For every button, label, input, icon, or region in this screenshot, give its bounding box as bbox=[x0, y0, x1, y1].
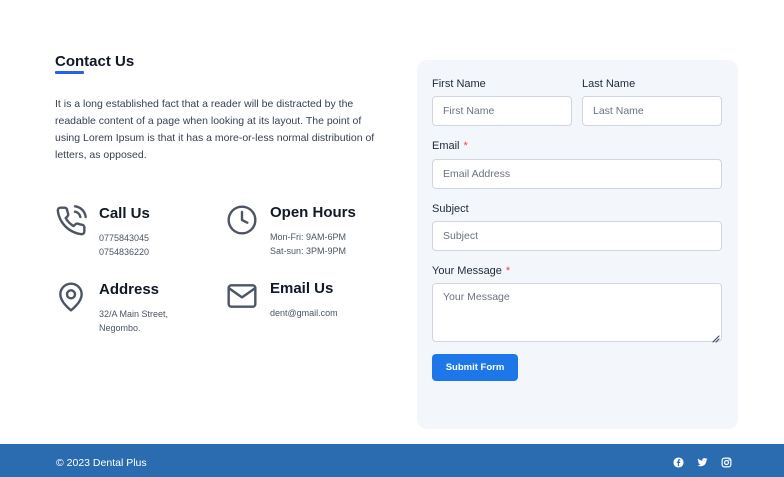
resize-grip-icon[interactable] bbox=[710, 330, 720, 343]
clock-icon bbox=[226, 204, 258, 236]
weekday-hours: Mon-Fri: 9AM-6PM bbox=[270, 232, 347, 242]
message-label-row: Your Message * bbox=[432, 265, 510, 277]
envelope-icon bbox=[226, 280, 258, 312]
call-us-details: 0775843045 0754836220 bbox=[99, 231, 149, 259]
contact-form: First Name Last Name Email* Subject Your… bbox=[417, 60, 738, 429]
email-label-row: Email * bbox=[432, 140, 468, 152]
open-hours-title: Open Hours bbox=[270, 204, 356, 221]
first-name-label: First Name bbox=[432, 78, 486, 90]
message-required-mark: * bbox=[505, 265, 511, 277]
last-name-label: Last Name bbox=[582, 78, 636, 90]
email-us-title: Email Us bbox=[270, 280, 334, 297]
email-required-mark: * bbox=[463, 140, 468, 152]
phone-icon bbox=[55, 205, 87, 237]
message-textarea[interactable] bbox=[432, 283, 722, 342]
address-title: Address bbox=[99, 281, 160, 298]
location-pin-icon bbox=[55, 281, 87, 313]
email-address: dent@gmail.com bbox=[270, 308, 338, 318]
address-line-2: Negombo. bbox=[99, 323, 141, 333]
copyright-text: © 2023 Dental Plus bbox=[56, 457, 147, 469]
address-line-1: 32/A Main Street, bbox=[99, 309, 169, 319]
contact-title: Contact Us bbox=[55, 53, 135, 70]
instagram-icon[interactable] bbox=[721, 457, 732, 468]
message-label: Your Message bbox=[432, 265, 502, 277]
email-label: Email bbox=[432, 140, 460, 152]
phone-number-1: 0775843045 bbox=[99, 233, 150, 243]
email-us-details: dent@gmail.com bbox=[270, 306, 338, 320]
last-name-input[interactable] bbox=[582, 96, 722, 126]
open-hours-details: Mon-Fri: 9AM-6PM Sat-sun: 3PM-9PM bbox=[270, 230, 346, 258]
weekend-hours: Sat-sun: 3PM-9PM bbox=[270, 246, 347, 256]
subject-input[interactable] bbox=[432, 221, 722, 251]
address-details: 32/A Main Street, Negombo. bbox=[99, 307, 168, 335]
email-input[interactable] bbox=[432, 159, 722, 189]
call-us-title: Call Us bbox=[99, 205, 150, 222]
twitter-icon[interactable] bbox=[697, 457, 708, 468]
first-name-input[interactable] bbox=[432, 96, 572, 126]
footer: © 2023 Dental Plus bbox=[0, 444, 784, 477]
submit-form-button[interactable]: Submit Form bbox=[432, 354, 518, 381]
facebook-icon[interactable] bbox=[673, 457, 684, 468]
title-underline bbox=[55, 71, 84, 74]
subject-label: Subject bbox=[432, 203, 469, 215]
phone-number-2: 0754836220 bbox=[99, 247, 150, 257]
contact-intro-text: It is a long established fact that a rea… bbox=[55, 98, 375, 161]
